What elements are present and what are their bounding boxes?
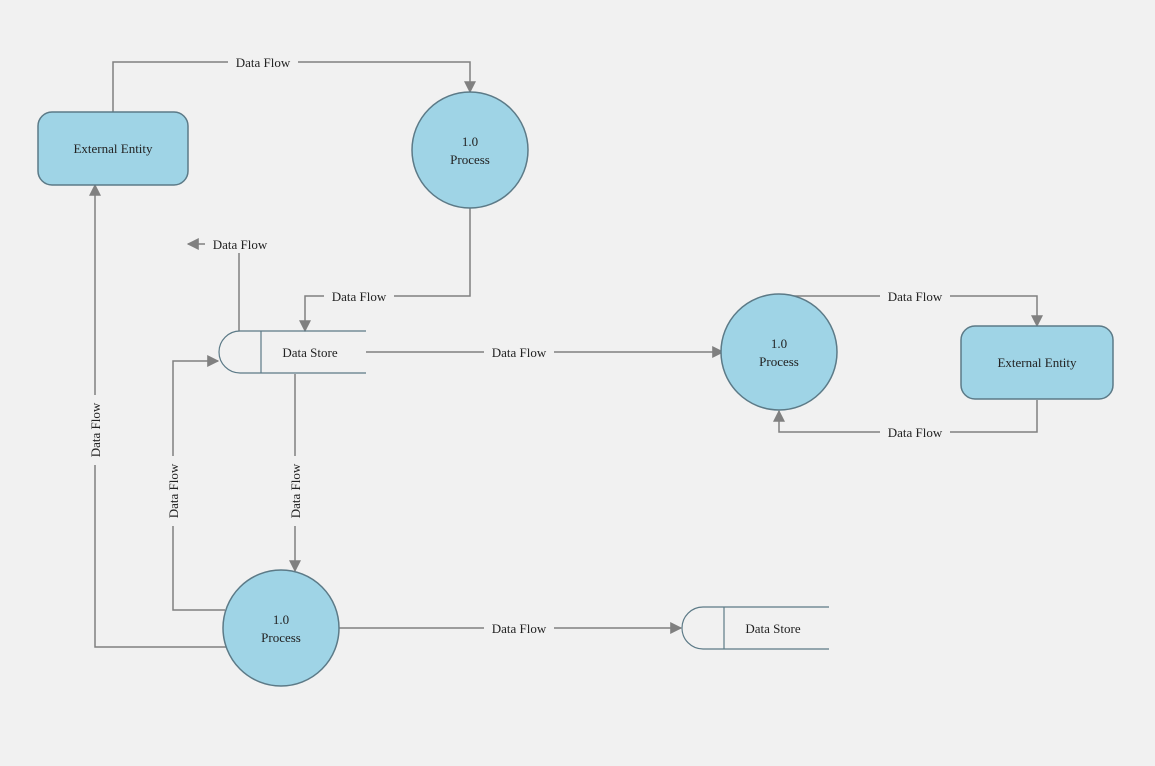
edge-ds1-to-ext1: Data Flow — [188, 235, 275, 331]
data-store-2: Data Store — [682, 607, 829, 649]
edge-proc3-to-ds2: Data Flow — [338, 619, 681, 637]
node-label-line1: 1.0 — [273, 612, 289, 627]
process-2: 1.0 Process — [721, 294, 837, 410]
process-1: 1.0 Process — [412, 92, 528, 208]
node-label-line2: Process — [759, 354, 799, 369]
edge-label: Data Flow — [492, 345, 547, 360]
node-label-line2: Process — [261, 630, 301, 645]
node-label: Data Store — [282, 345, 337, 360]
edge-proc3-to-ds1: Data Flow — [164, 361, 225, 610]
data-store-1: Data Store — [219, 331, 366, 373]
node-label-line1: 1.0 — [462, 134, 478, 149]
edge-ds1-to-proc2: Data Flow — [366, 343, 723, 361]
node-label: External Entity — [997, 355, 1077, 370]
node-label-line2: Process — [450, 152, 490, 167]
edge-label: Data Flow — [288, 463, 303, 518]
edge-ext1-to-proc1: Data Flow — [113, 53, 470, 112]
node-label-line1: 1.0 — [771, 336, 787, 351]
edge-label: Data Flow — [332, 289, 387, 304]
node-label: Data Store — [745, 621, 800, 636]
process-3: 1.0 Process — [223, 570, 339, 686]
edge-label: Data Flow — [88, 402, 103, 457]
external-entity-2: External Entity — [961, 326, 1113, 399]
edge-proc3-to-ext1: Data Flow — [86, 185, 227, 647]
edge-label: Data Flow — [213, 237, 268, 252]
dfd-diagram: Data Flow Data Flow Data Flow Data Flow … — [0, 0, 1155, 766]
edge-label: Data Flow — [166, 463, 181, 518]
edge-proc1-to-ds1: Data Flow — [305, 207, 470, 331]
edge-label: Data Flow — [236, 55, 291, 70]
edge-label: Data Flow — [888, 425, 943, 440]
edge-label: Data Flow — [888, 289, 943, 304]
external-entity-1: External Entity — [38, 112, 188, 185]
node-label: External Entity — [73, 141, 153, 156]
edge-ext2-to-proc2: Data Flow — [779, 400, 1037, 441]
edge-ds1-to-proc3: Data Flow — [286, 374, 304, 571]
edge-label: Data Flow — [492, 621, 547, 636]
